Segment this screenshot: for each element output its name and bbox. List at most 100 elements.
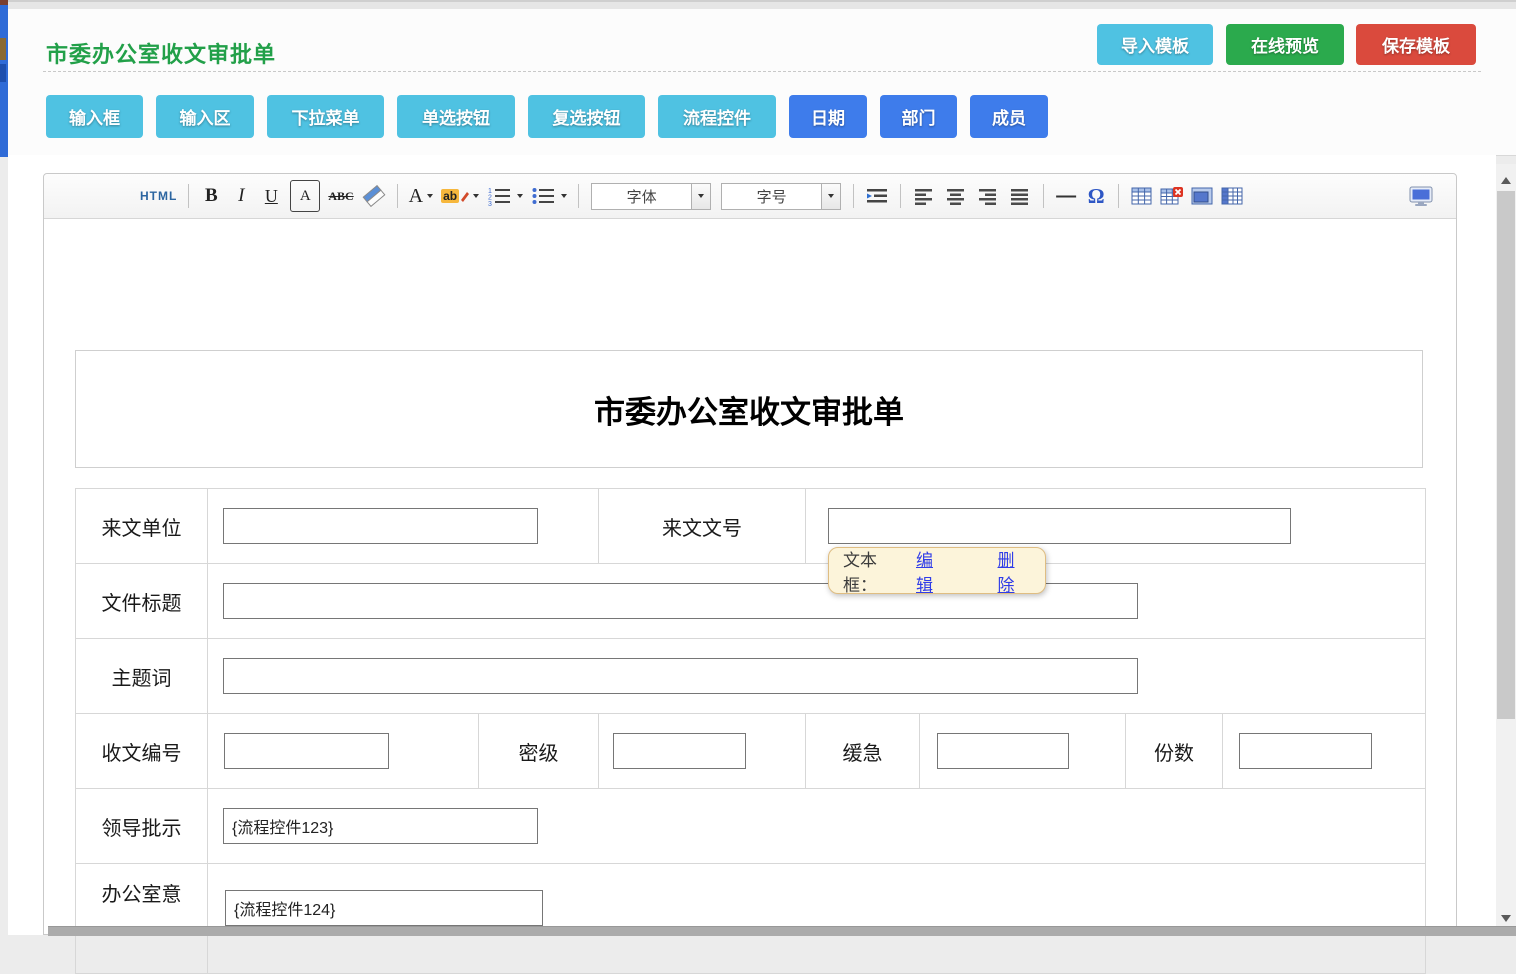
special-char-button[interactable]: Ω bbox=[1085, 181, 1107, 211]
table-properties-button[interactable] bbox=[1221, 181, 1243, 211]
toolbar-separator bbox=[900, 184, 901, 208]
align-right-icon bbox=[976, 187, 1000, 205]
office-opinion-input[interactable] bbox=[225, 890, 543, 926]
bold-button[interactable]: B bbox=[200, 181, 222, 211]
form-table: 来文单位 来文文号 文件标题 主题词 收文编号 密级 缓急 份数 领导批示 bbox=[75, 488, 1426, 974]
chevron-down-icon bbox=[561, 194, 567, 198]
unordered-list-button[interactable] bbox=[531, 181, 567, 211]
widget-button-input-area[interactable]: 输入区 bbox=[156, 95, 254, 138]
receipt-number-input[interactable] bbox=[224, 733, 389, 769]
eraser-button[interactable] bbox=[362, 181, 386, 211]
chevron-down-icon bbox=[473, 194, 479, 198]
insert-table-button[interactable] bbox=[1130, 181, 1152, 211]
table-row: 办公室意 bbox=[76, 864, 1426, 974]
font-family-dropdown-button[interactable] bbox=[691, 184, 710, 209]
italic-button[interactable]: I bbox=[230, 181, 252, 211]
unordered-list-icon bbox=[531, 186, 557, 206]
online-preview-button[interactable]: 在线预览 bbox=[1226, 24, 1344, 65]
header-panel: 市委办公室收文审批单 导入模板 在线预览 保存模板 输入框 输入区 下拉菜单 单… bbox=[8, 9, 1516, 156]
import-template-button[interactable]: 导入模板 bbox=[1097, 24, 1213, 65]
field-label: 密级 bbox=[479, 714, 599, 789]
table-row: 主题词 bbox=[76, 639, 1426, 714]
delete-link[interactable]: 删除 bbox=[998, 546, 1032, 596]
font-frame-button[interactable]: A bbox=[290, 180, 320, 212]
align-right-button[interactable] bbox=[976, 181, 1000, 211]
chevron-down-icon bbox=[828, 194, 834, 198]
page-title: 市委办公室收文审批单 bbox=[46, 37, 276, 69]
cell-properties-button[interactable] bbox=[1191, 181, 1213, 211]
fullscreen-icon bbox=[1408, 186, 1434, 207]
align-center-icon bbox=[944, 187, 968, 205]
widget-button-radio[interactable]: 单选按钮 bbox=[397, 95, 515, 138]
widget-button-checkbox[interactable]: 复选按钮 bbox=[528, 95, 645, 138]
leader-comment-input[interactable] bbox=[223, 808, 538, 844]
delete-table-button[interactable] bbox=[1160, 181, 1183, 211]
widget-button-flow-control[interactable]: 流程控件 bbox=[658, 95, 776, 138]
fullscreen-button[interactable] bbox=[1408, 181, 1434, 211]
scroll-up-icon bbox=[1501, 177, 1511, 184]
font-family-select[interactable]: 字体 bbox=[591, 183, 711, 210]
left-edge-strip bbox=[0, 0, 8, 157]
field-label: 缓急 bbox=[806, 714, 920, 789]
widget-button-department[interactable]: 部门 bbox=[880, 95, 957, 138]
ordered-list-button[interactable]: 123 bbox=[487, 181, 523, 211]
widget-button-member[interactable]: 成员 bbox=[970, 95, 1048, 138]
copies-input[interactable] bbox=[1239, 733, 1372, 769]
header-divider bbox=[43, 71, 1481, 72]
chevron-down-icon bbox=[427, 194, 433, 198]
document-title: 市委办公室收文审批单 bbox=[594, 387, 904, 432]
vertical-scrollbar[interactable] bbox=[1496, 164, 1516, 935]
align-left-button[interactable] bbox=[912, 181, 936, 211]
html-source-button[interactable]: HTML bbox=[140, 181, 177, 211]
align-left-icon bbox=[912, 187, 936, 205]
field-label: 份数 bbox=[1126, 714, 1223, 789]
scroll-up-button[interactable] bbox=[1496, 170, 1516, 190]
cell-properties-icon bbox=[1191, 187, 1213, 205]
horizontal-rule-button[interactable]: — bbox=[1055, 181, 1077, 211]
align-justify-icon bbox=[1008, 187, 1032, 205]
incoming-doc-number-input[interactable] bbox=[828, 508, 1291, 544]
svg-text:3: 3 bbox=[488, 201, 492, 206]
scroll-down-button[interactable] bbox=[1496, 908, 1516, 928]
align-justify-button[interactable] bbox=[1008, 181, 1032, 211]
document-title-box: 市委办公室收文审批单 bbox=[75, 350, 1423, 468]
align-center-button[interactable] bbox=[944, 181, 968, 211]
font-size-select[interactable]: 字号 bbox=[721, 183, 841, 210]
table-row: 领导批示 bbox=[76, 789, 1426, 864]
strikethrough-button[interactable]: ABC bbox=[328, 181, 353, 211]
font-size-dropdown-button[interactable] bbox=[821, 184, 840, 209]
toolbar-separator bbox=[1043, 184, 1044, 208]
widget-button-date[interactable]: 日期 bbox=[789, 95, 867, 138]
indent-icon bbox=[865, 186, 889, 206]
rich-text-editor: HTML B I U A ABC A ab 123 字体 bbox=[43, 173, 1457, 935]
table-row: 收文编号 密级 缓急 份数 bbox=[76, 714, 1426, 789]
field-label: 来文单位 bbox=[76, 489, 208, 564]
indent-button[interactable] bbox=[865, 181, 889, 211]
insert-table-icon bbox=[1131, 187, 1152, 205]
editor-toolbar: HTML B I U A ABC A ab 123 字体 bbox=[44, 174, 1456, 219]
table-properties-icon bbox=[1221, 187, 1243, 205]
field-label: 领导批示 bbox=[76, 789, 208, 864]
widget-button-dropdown-menu[interactable]: 下拉菜单 bbox=[267, 95, 384, 138]
text-color-button[interactable]: A bbox=[409, 181, 433, 211]
subject-word-input[interactable] bbox=[223, 658, 1138, 694]
urgency-input[interactable] bbox=[937, 733, 1069, 769]
field-label: 办公室意 bbox=[76, 864, 208, 974]
field-label: 收文编号 bbox=[76, 714, 208, 789]
toolbar-separator bbox=[853, 184, 854, 208]
eraser-icon bbox=[362, 185, 386, 207]
highlight-button[interactable]: ab bbox=[441, 181, 479, 211]
widget-button-input-box[interactable]: 输入框 bbox=[46, 95, 143, 138]
toolbar-separator bbox=[578, 184, 579, 208]
underline-button[interactable]: U bbox=[260, 181, 282, 211]
toolbar-separator bbox=[397, 184, 398, 208]
field-label: 来文文号 bbox=[599, 489, 806, 564]
toolbar-separator bbox=[188, 184, 189, 208]
pencil-icon bbox=[459, 190, 469, 202]
field-label: 主题词 bbox=[76, 639, 208, 714]
incoming-unit-input[interactable] bbox=[223, 508, 538, 544]
save-template-button[interactable]: 保存模板 bbox=[1356, 24, 1476, 65]
edit-link[interactable]: 编辑 bbox=[916, 546, 950, 596]
scroll-thumb[interactable] bbox=[1497, 191, 1515, 719]
secrecy-level-input[interactable] bbox=[613, 733, 746, 769]
